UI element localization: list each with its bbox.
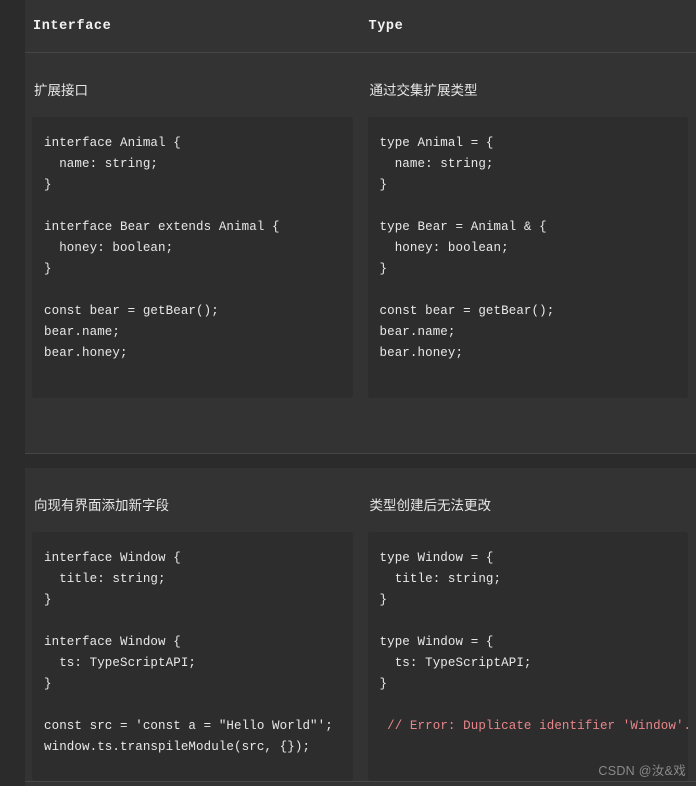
cell-subtitle: 扩展接口 [34,83,88,98]
code-block: type Animal = { name: string; } type Bea… [367,117,688,399]
code-block: interface Window { title: string; } inte… [32,532,353,782]
table-header-cell-interface: Interface [25,0,361,52]
code-segment: type Window = { title: string; } type Wi… [379,551,532,692]
table-cell-add-fields-interface: 向现有界面添加新字段 interface Window { title: str… [25,468,361,782]
code-error-comment: // Error: Duplicate identifier 'Window'. [387,719,692,734]
table-cell-type-immutable: 类型创建后无法更改 type Window = { title: string;… [361,468,696,782]
table-header-cell-type: Type [361,0,696,52]
table-cell-extending-interface: 扩展接口 interface Animal { name: string; } … [25,53,361,453]
code-content: interface Window { title: string; } inte… [44,551,333,755]
row-gap-strip [25,454,696,468]
cell-subtitle: 类型创建后无法更改 [369,498,492,513]
table-row: 扩展接口 interface Animal { name: string; } … [25,53,696,454]
code-content: type Window = { title: string; } type Wi… [379,548,692,737]
cell-subtitle: 通过交集扩展类型 [369,83,478,98]
table-cell-extending-type: 通过交集扩展类型 type Animal = { name: string; }… [361,53,696,453]
table-row: 向现有界面添加新字段 interface Window { title: str… [25,468,696,783]
comparison-table: Interface Type 扩展接口 interface Animal { n… [25,0,696,786]
code-content: type Animal = { name: string; } type Bea… [379,136,555,361]
cell-subtitle: 向现有界面添加新字段 [34,498,169,513]
table-header-row: Interface Type [25,0,696,53]
code-block: interface Animal { name: string; } inter… [32,117,353,399]
column-header-type: Type [368,18,404,34]
document-page: Interface Type 扩展接口 interface Animal { n… [0,0,696,786]
column-header-interface: Interface [33,18,112,34]
code-block: type Window = { title: string; } type Wi… [367,532,692,782]
code-content: interface Animal { name: string; } inter… [44,136,280,361]
